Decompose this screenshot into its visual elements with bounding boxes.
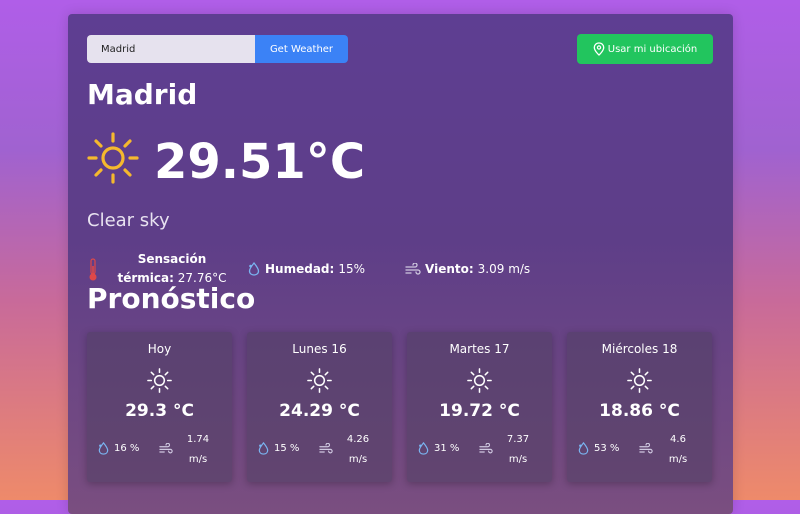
map-pin-icon bbox=[593, 42, 605, 56]
sun-icon bbox=[467, 368, 492, 393]
wind-icon bbox=[639, 443, 653, 454]
forecast-humidity-value: 31 % bbox=[434, 443, 460, 454]
forecast-humidity-value: 53 % bbox=[594, 443, 620, 454]
forecast-temperature: 24.29 °C bbox=[279, 401, 360, 421]
weather-description: Clear sky bbox=[87, 210, 170, 231]
humidity: Humedad: 15% bbox=[247, 262, 365, 276]
sun-icon bbox=[307, 368, 332, 393]
forecast-humidity-value: 16 % bbox=[114, 443, 140, 454]
forecast-temperature: 18.86 °C bbox=[599, 401, 680, 421]
wind-icon bbox=[479, 443, 493, 454]
forecast-humidity: 31 % bbox=[417, 442, 459, 455]
use-location-button[interactable]: Usar mi ubicación bbox=[577, 34, 713, 64]
forecast-humidity-value: 15 % bbox=[274, 443, 300, 454]
wind-icon bbox=[405, 263, 421, 275]
forecast-wind-unit: m/s bbox=[348, 454, 368, 465]
forecast-day-name: Miércoles 18 bbox=[601, 342, 678, 356]
forecast-wind-value: 4.26 bbox=[346, 434, 370, 445]
forecast-title: Pronóstico bbox=[87, 282, 256, 315]
wind-icon bbox=[319, 443, 333, 454]
get-weather-button[interactable]: Get Weather bbox=[255, 35, 348, 63]
water-drop-icon bbox=[248, 262, 260, 276]
thermometer-icon bbox=[89, 258, 97, 281]
wind: Viento: 3.09 m/s bbox=[405, 262, 530, 276]
search-bar: Get Weather bbox=[87, 35, 348, 63]
forecast-day-name: Lunes 16 bbox=[292, 342, 347, 356]
forecast-humidity: 15 % bbox=[257, 442, 299, 455]
forecast-wind: 7.37 m/s bbox=[503, 430, 533, 470]
weather-card: Get Weather Usar mi ubicación Madrid 29.… bbox=[68, 14, 733, 514]
water-drop-icon bbox=[98, 442, 109, 455]
forecast-humidity: 53 % bbox=[577, 442, 619, 455]
sun-icon bbox=[87, 132, 139, 184]
forecast-temperature: 19.72 °C bbox=[439, 401, 520, 421]
forecast-wind: 4.6 m/s bbox=[663, 430, 693, 470]
sun-icon bbox=[627, 368, 652, 393]
forecast-wind: 1.74 m/s bbox=[183, 430, 213, 470]
forecast-wind-value: 7.37 bbox=[506, 434, 530, 445]
wind-label: Viento: bbox=[425, 262, 474, 276]
city-name: Madrid bbox=[87, 78, 198, 111]
forecast-wind-unit: m/s bbox=[508, 454, 528, 465]
forecast-day-card: Hoy 29.3 °C 16 % 1.74 m/s bbox=[87, 332, 232, 482]
forecast-wind-unit: m/s bbox=[668, 454, 688, 465]
wind-icon bbox=[159, 443, 173, 454]
forecast-day-name: Martes 17 bbox=[449, 342, 510, 356]
forecast-wind: 4.26 m/s bbox=[343, 430, 373, 470]
forecast-wind-value: 1.74 bbox=[186, 434, 210, 445]
forecast-day-name: Hoy bbox=[147, 342, 172, 356]
use-location-label: Usar mi ubicación bbox=[607, 43, 698, 55]
wind-value: 3.09 m/s bbox=[477, 262, 531, 276]
forecast-wind-value: 4.6 bbox=[670, 434, 686, 445]
water-drop-icon bbox=[418, 442, 429, 455]
forecast-day-card: Martes 17 19.72 °C 31 % 7.37 m/s bbox=[407, 332, 552, 482]
sun-icon bbox=[147, 368, 172, 393]
forecast-day-card: Miércoles 18 18.86 °C 53 % 4.6 m/s bbox=[567, 332, 712, 482]
current-temperature: 29.51°C bbox=[154, 134, 366, 190]
forecast-wind-unit: m/s bbox=[188, 454, 208, 465]
forecast-temperature: 29.3 °C bbox=[125, 401, 194, 421]
forecast-humidity: 16 % bbox=[97, 442, 139, 455]
humidity-value: 15% bbox=[338, 262, 365, 276]
water-drop-icon bbox=[578, 442, 589, 455]
city-search-input[interactable] bbox=[87, 35, 255, 63]
forecast-day-card: Lunes 16 24.29 °C 15 % 4.26 m/s bbox=[247, 332, 392, 482]
humidity-label: Humedad: bbox=[265, 262, 335, 276]
water-drop-icon bbox=[258, 442, 269, 455]
